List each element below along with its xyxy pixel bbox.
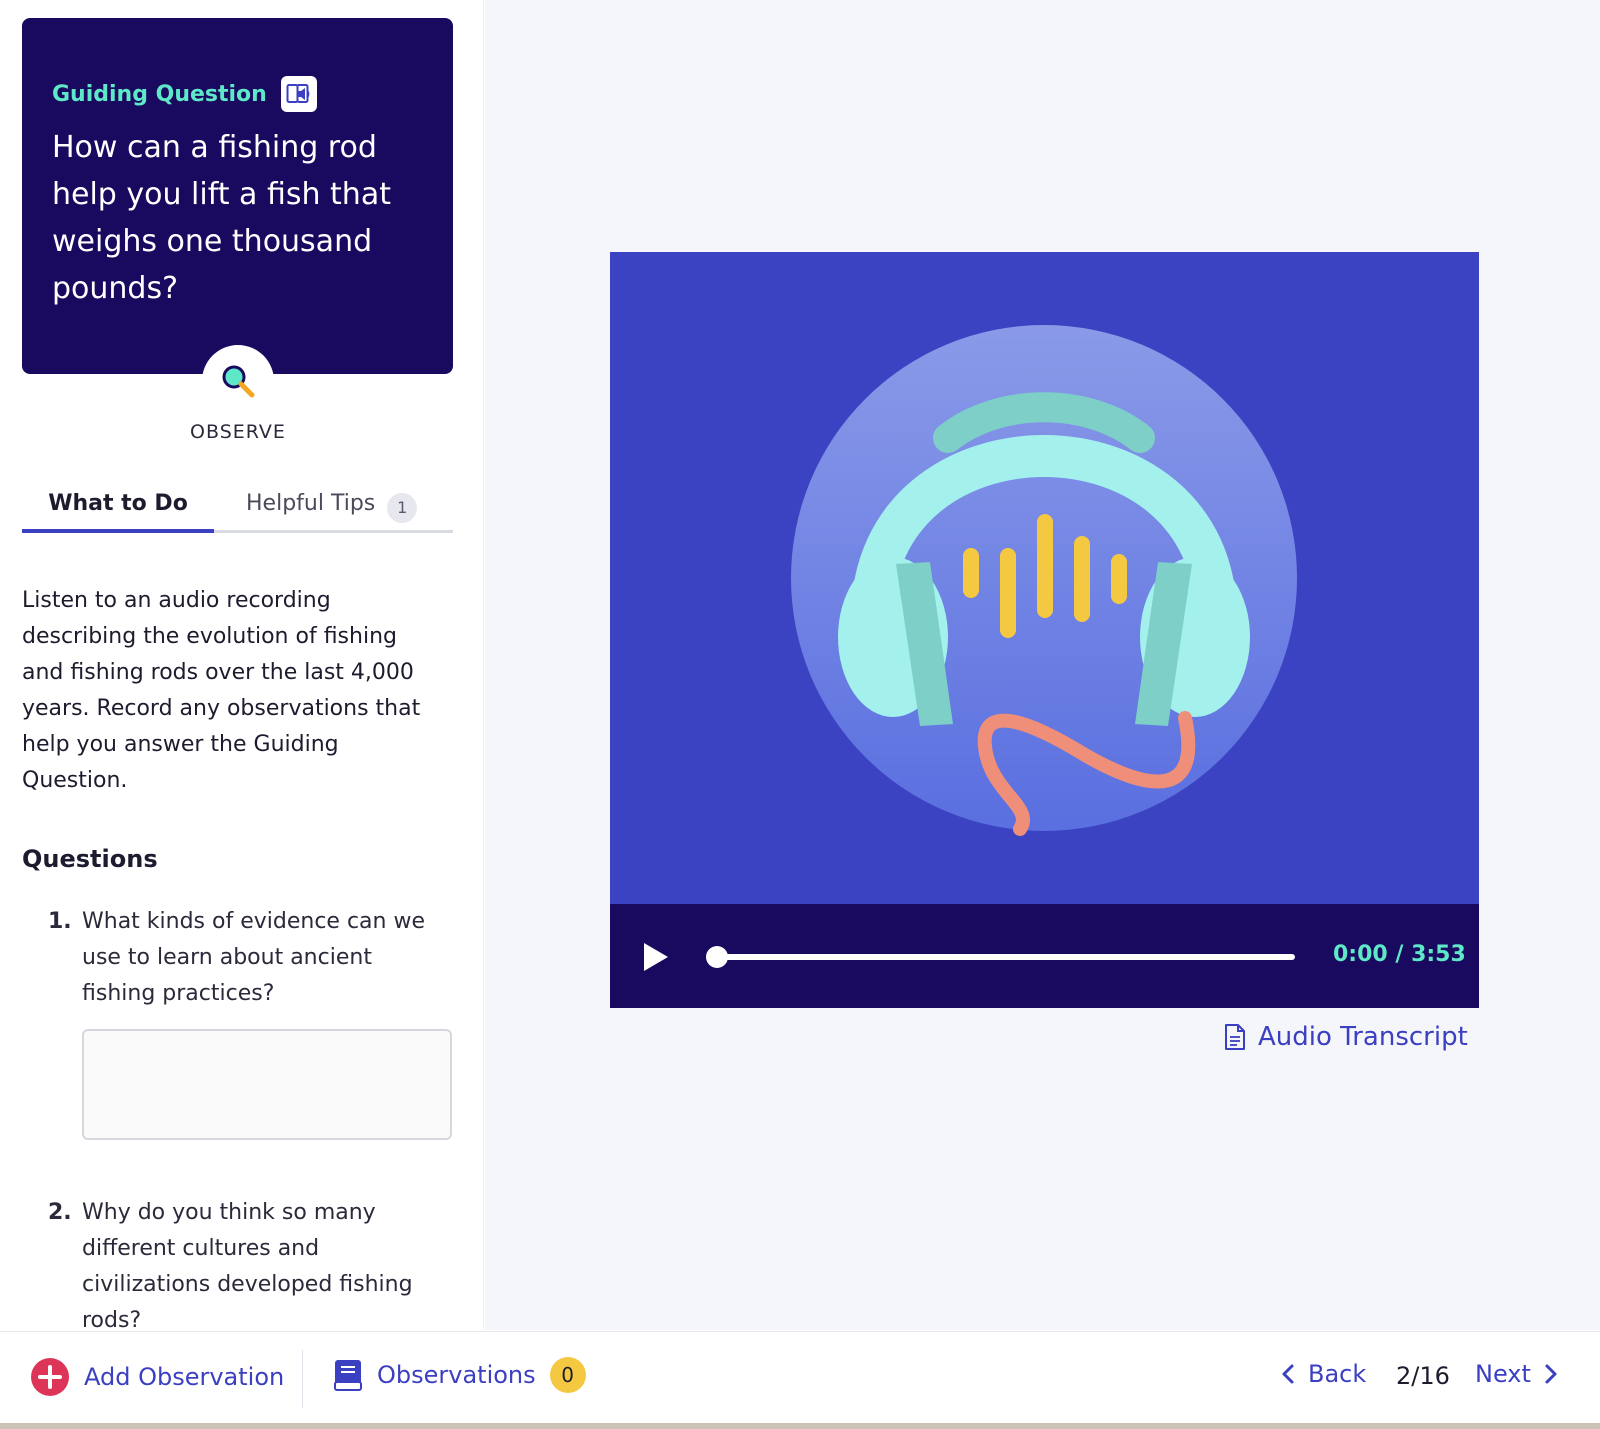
question-text: Why do you think so many different cultu… [82,1200,413,1330]
back-label: Back [1308,1360,1367,1388]
playback-time: 0:00 / 3:53 [1333,942,1466,967]
progress-thumb[interactable] [706,946,728,968]
observe-step-badge [202,345,274,417]
tab-helpful-tips-label: Helpful Tips [246,491,376,516]
read-aloud-button[interactable] [280,76,317,112]
helpful-tips-count-badge: 1 [387,493,418,523]
instructions-text: Listen to an audio recording describing … [22,588,421,793]
add-observation-label: Add Observation [84,1363,285,1391]
tab-helpful-tips[interactable]: Helpful Tips 1 [246,485,418,533]
question-number: 2. [48,1200,72,1225]
guiding-question-header: Guiding Question [52,76,423,112]
media-panel: 0:00 / 3:53 Audio Transcript [485,0,1600,1330]
add-observation-button[interactable]: Add Observation [30,1357,284,1397]
guiding-question-text: How can a fishing rod help you lift a fi… [52,130,391,306]
observations-label: Observations [377,1361,536,1389]
window-bottom-edge [0,1423,1600,1429]
step-label: OBSERVE [190,421,286,443]
activity-sidebar: Guiding Question How can a fishing rod h… [0,0,484,1330]
chevron-right-icon [1545,1364,1557,1384]
bottom-toolbar: Add Observation Observations 0 Back 2/16… [0,1331,1600,1423]
play-icon[interactable] [638,940,672,974]
audio-progress-slider[interactable] [706,946,1295,968]
next-label: Next [1475,1360,1531,1388]
observations-button[interactable]: Observations 0 [333,1357,586,1393]
audio-player: 0:00 / 3:53 [610,252,1479,1008]
headphones-icon [791,325,1297,836]
question-item: 2. Why do you think so many different cu… [48,1195,448,1330]
guiding-question-card: Guiding Question How can a fishing rod h… [22,18,453,374]
question-1-answer-input[interactable] [82,1029,452,1140]
audio-transcript-link[interactable]: Audio Transcript [1224,1022,1468,1052]
toolbar-divider [302,1350,303,1408]
question-text: What kinds of evidence can we use to lea… [82,909,425,1006]
instruction-tabs: What to Do Helpful Tips 1 [22,485,453,533]
plus-circle-icon [31,1358,69,1396]
player-controls: 0:00 / 3:53 [610,904,1479,1008]
question-item: 1. What kinds of evidence can we use to … [48,904,448,1012]
document-icon [1225,1024,1245,1050]
back-button[interactable]: Back [1280,1360,1366,1388]
magnifier-icon [222,365,255,398]
questions-heading: Questions [22,845,158,873]
notebook-icon [334,1360,362,1391]
guiding-question-label: Guiding Question [52,81,267,107]
tab-what-to-do[interactable]: What to Do [22,485,214,533]
observations-count-badge: 0 [549,1357,586,1393]
audio-transcript-label: Audio Transcript [1258,1022,1468,1052]
chevron-left-icon [1282,1364,1294,1384]
page-indicator: 2/16 [1396,1362,1450,1390]
next-button[interactable]: Next [1475,1360,1559,1388]
question-number: 1. [48,909,72,934]
read-aloud-icon [286,84,310,103]
